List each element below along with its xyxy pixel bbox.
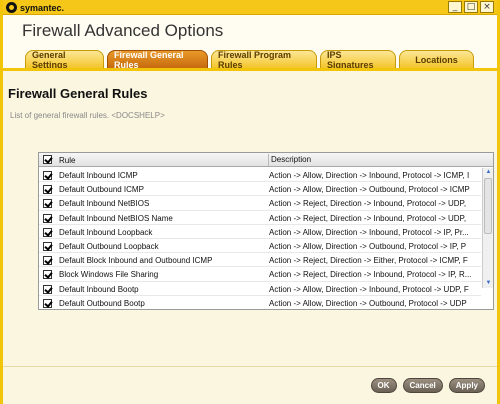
- rule-description: Action -> Reject, Direction -> Inbound, …: [269, 213, 467, 223]
- vertical-scrollbar[interactable]: ▲ ▼: [482, 168, 493, 288]
- tab-bar: General Settings Firewall General Rules …: [25, 50, 474, 70]
- window-controls: _ □ ×: [448, 1, 494, 13]
- rule-description: Action -> Reject, Direction -> Inbound, …: [269, 199, 467, 209]
- table-row[interactable]: Default Inbound NetBIOS Action -> Reject…: [39, 196, 481, 211]
- table-row[interactable]: Default Outbound ICMP Action -> Allow, D…: [39, 182, 481, 197]
- table-row[interactable]: Default Outbound Bootp Action -> Allow, …: [39, 296, 481, 309]
- rule-description: Action -> Allow, Direction -> Inbound, P…: [269, 284, 469, 294]
- rule-description: Action -> Allow, Direction -> Outbound, …: [269, 185, 470, 195]
- section-description: List of general firewall rules. <DOCSHEL…: [10, 111, 165, 120]
- scroll-up-arrow-icon[interactable]: ▲: [484, 168, 493, 177]
- table-row[interactable]: Default Inbound ICMP Action -> Allow, Di…: [39, 168, 481, 183]
- cancel-button[interactable]: Cancel: [402, 378, 443, 393]
- scrollbar-thumb[interactable]: [484, 178, 492, 234]
- symantec-logo: symantec.: [6, 1, 64, 14]
- rule-enabled-checkbox[interactable]: [43, 213, 52, 223]
- rule-name: Default Block Inbound and Outbound ICMP: [59, 256, 213, 266]
- footer: OK Cancel Apply: [3, 366, 497, 404]
- rule-name: Default Inbound Bootp: [59, 284, 139, 294]
- rule-enabled-checkbox[interactable]: [43, 241, 52, 251]
- rule-enabled-checkbox[interactable]: [43, 298, 52, 308]
- rule-enabled-checkbox[interactable]: [43, 256, 52, 266]
- tab-firewall-general-rules[interactable]: Firewall General Rules: [107, 50, 208, 70]
- tab-locations[interactable]: Locations: [399, 50, 474, 68]
- rule-enabled-checkbox[interactable]: [43, 227, 52, 237]
- table-row[interactable]: Default Inbound NetBIOS Name Action -> R…: [39, 211, 481, 225]
- tab-ips-signatures[interactable]: IPS Signatures: [320, 50, 396, 70]
- rule-description: Action -> Reject, Direction -> Inbound, …: [269, 270, 472, 280]
- table-row[interactable]: Default Inbound Bootp Action -> Allow, D…: [39, 282, 481, 296]
- rule-enabled-checkbox[interactable]: [43, 270, 52, 280]
- column-header-description[interactable]: Description: [268, 154, 311, 166]
- table-row[interactable]: Default Inbound Loopback Action -> Allow…: [39, 225, 481, 239]
- rule-name: Default Outbound ICMP: [59, 185, 144, 195]
- table-body: Default Inbound ICMP Action -> Allow, Di…: [39, 168, 481, 309]
- rules-table: Rule Description Default Inbound ICMP Ac…: [38, 152, 494, 310]
- select-all-checkbox[interactable]: [43, 155, 52, 164]
- rule-name: Default Inbound Loopback: [59, 227, 153, 237]
- rule-description: Action -> Allow, Direction -> Inbound, P…: [269, 171, 470, 180]
- close-button[interactable]: ×: [480, 1, 494, 13]
- brand-name: symantec.: [20, 2, 65, 13]
- table-header: Rule Description: [39, 153, 493, 167]
- maximize-button[interactable]: □: [464, 1, 478, 13]
- ok-button[interactable]: OK: [370, 378, 397, 393]
- dialog-buttons: OK Cancel Apply: [370, 378, 485, 393]
- rule-description: Action -> Reject, Direction -> Either, P…: [269, 256, 468, 266]
- apply-button[interactable]: Apply: [448, 378, 485, 393]
- table-row[interactable]: Default Block Inbound and Outbound ICMP …: [39, 253, 481, 268]
- rule-description: Action -> Allow, Direction -> Inbound, P…: [269, 227, 469, 237]
- firewall-options-window: symantec. _ □ × Firewall Advanced Option…: [0, 0, 500, 404]
- rule-enabled-checkbox[interactable]: [43, 171, 52, 180]
- tab-general-settings[interactable]: General Settings: [25, 50, 104, 70]
- tab-firewall-program-rules[interactable]: Firewall Program Rules: [211, 50, 317, 70]
- minimize-button[interactable]: _: [448, 1, 462, 13]
- table-row[interactable]: Block Windows File Sharing Action -> Rej…: [39, 267, 481, 282]
- table-row[interactable]: Default Outbound Loopback Action -> Allo…: [39, 239, 481, 254]
- rule-name: Default Inbound ICMP: [59, 171, 138, 180]
- main-content: Firewall General Rules List of general f…: [3, 71, 497, 366]
- rule-name: Default Outbound Loopback: [59, 241, 159, 251]
- rule-enabled-checkbox[interactable]: [43, 284, 52, 294]
- rule-name: Default Inbound NetBIOS: [59, 199, 150, 209]
- rule-enabled-checkbox[interactable]: [43, 185, 52, 195]
- rule-description: Action -> Allow, Direction -> Outbound, …: [269, 298, 467, 308]
- section-title: Firewall General Rules: [8, 86, 148, 101]
- rule-name: Block Windows File Sharing: [59, 270, 159, 280]
- title-bar[interactable]: symantec. _ □ ×: [3, 0, 497, 15]
- rule-description: Action -> Allow, Direction -> Outbound, …: [269, 241, 467, 251]
- rule-enabled-checkbox[interactable]: [43, 199, 52, 209]
- app-title: Firewall Advanced Options: [22, 21, 224, 40]
- rule-name: Default Inbound NetBIOS Name: [59, 213, 173, 223]
- symantec-logo-icon: [6, 2, 17, 13]
- scroll-down-arrow-icon[interactable]: ▼: [484, 279, 493, 288]
- rule-name: Default Outbound Bootp: [59, 298, 145, 308]
- column-header-rule[interactable]: Rule: [59, 156, 75, 165]
